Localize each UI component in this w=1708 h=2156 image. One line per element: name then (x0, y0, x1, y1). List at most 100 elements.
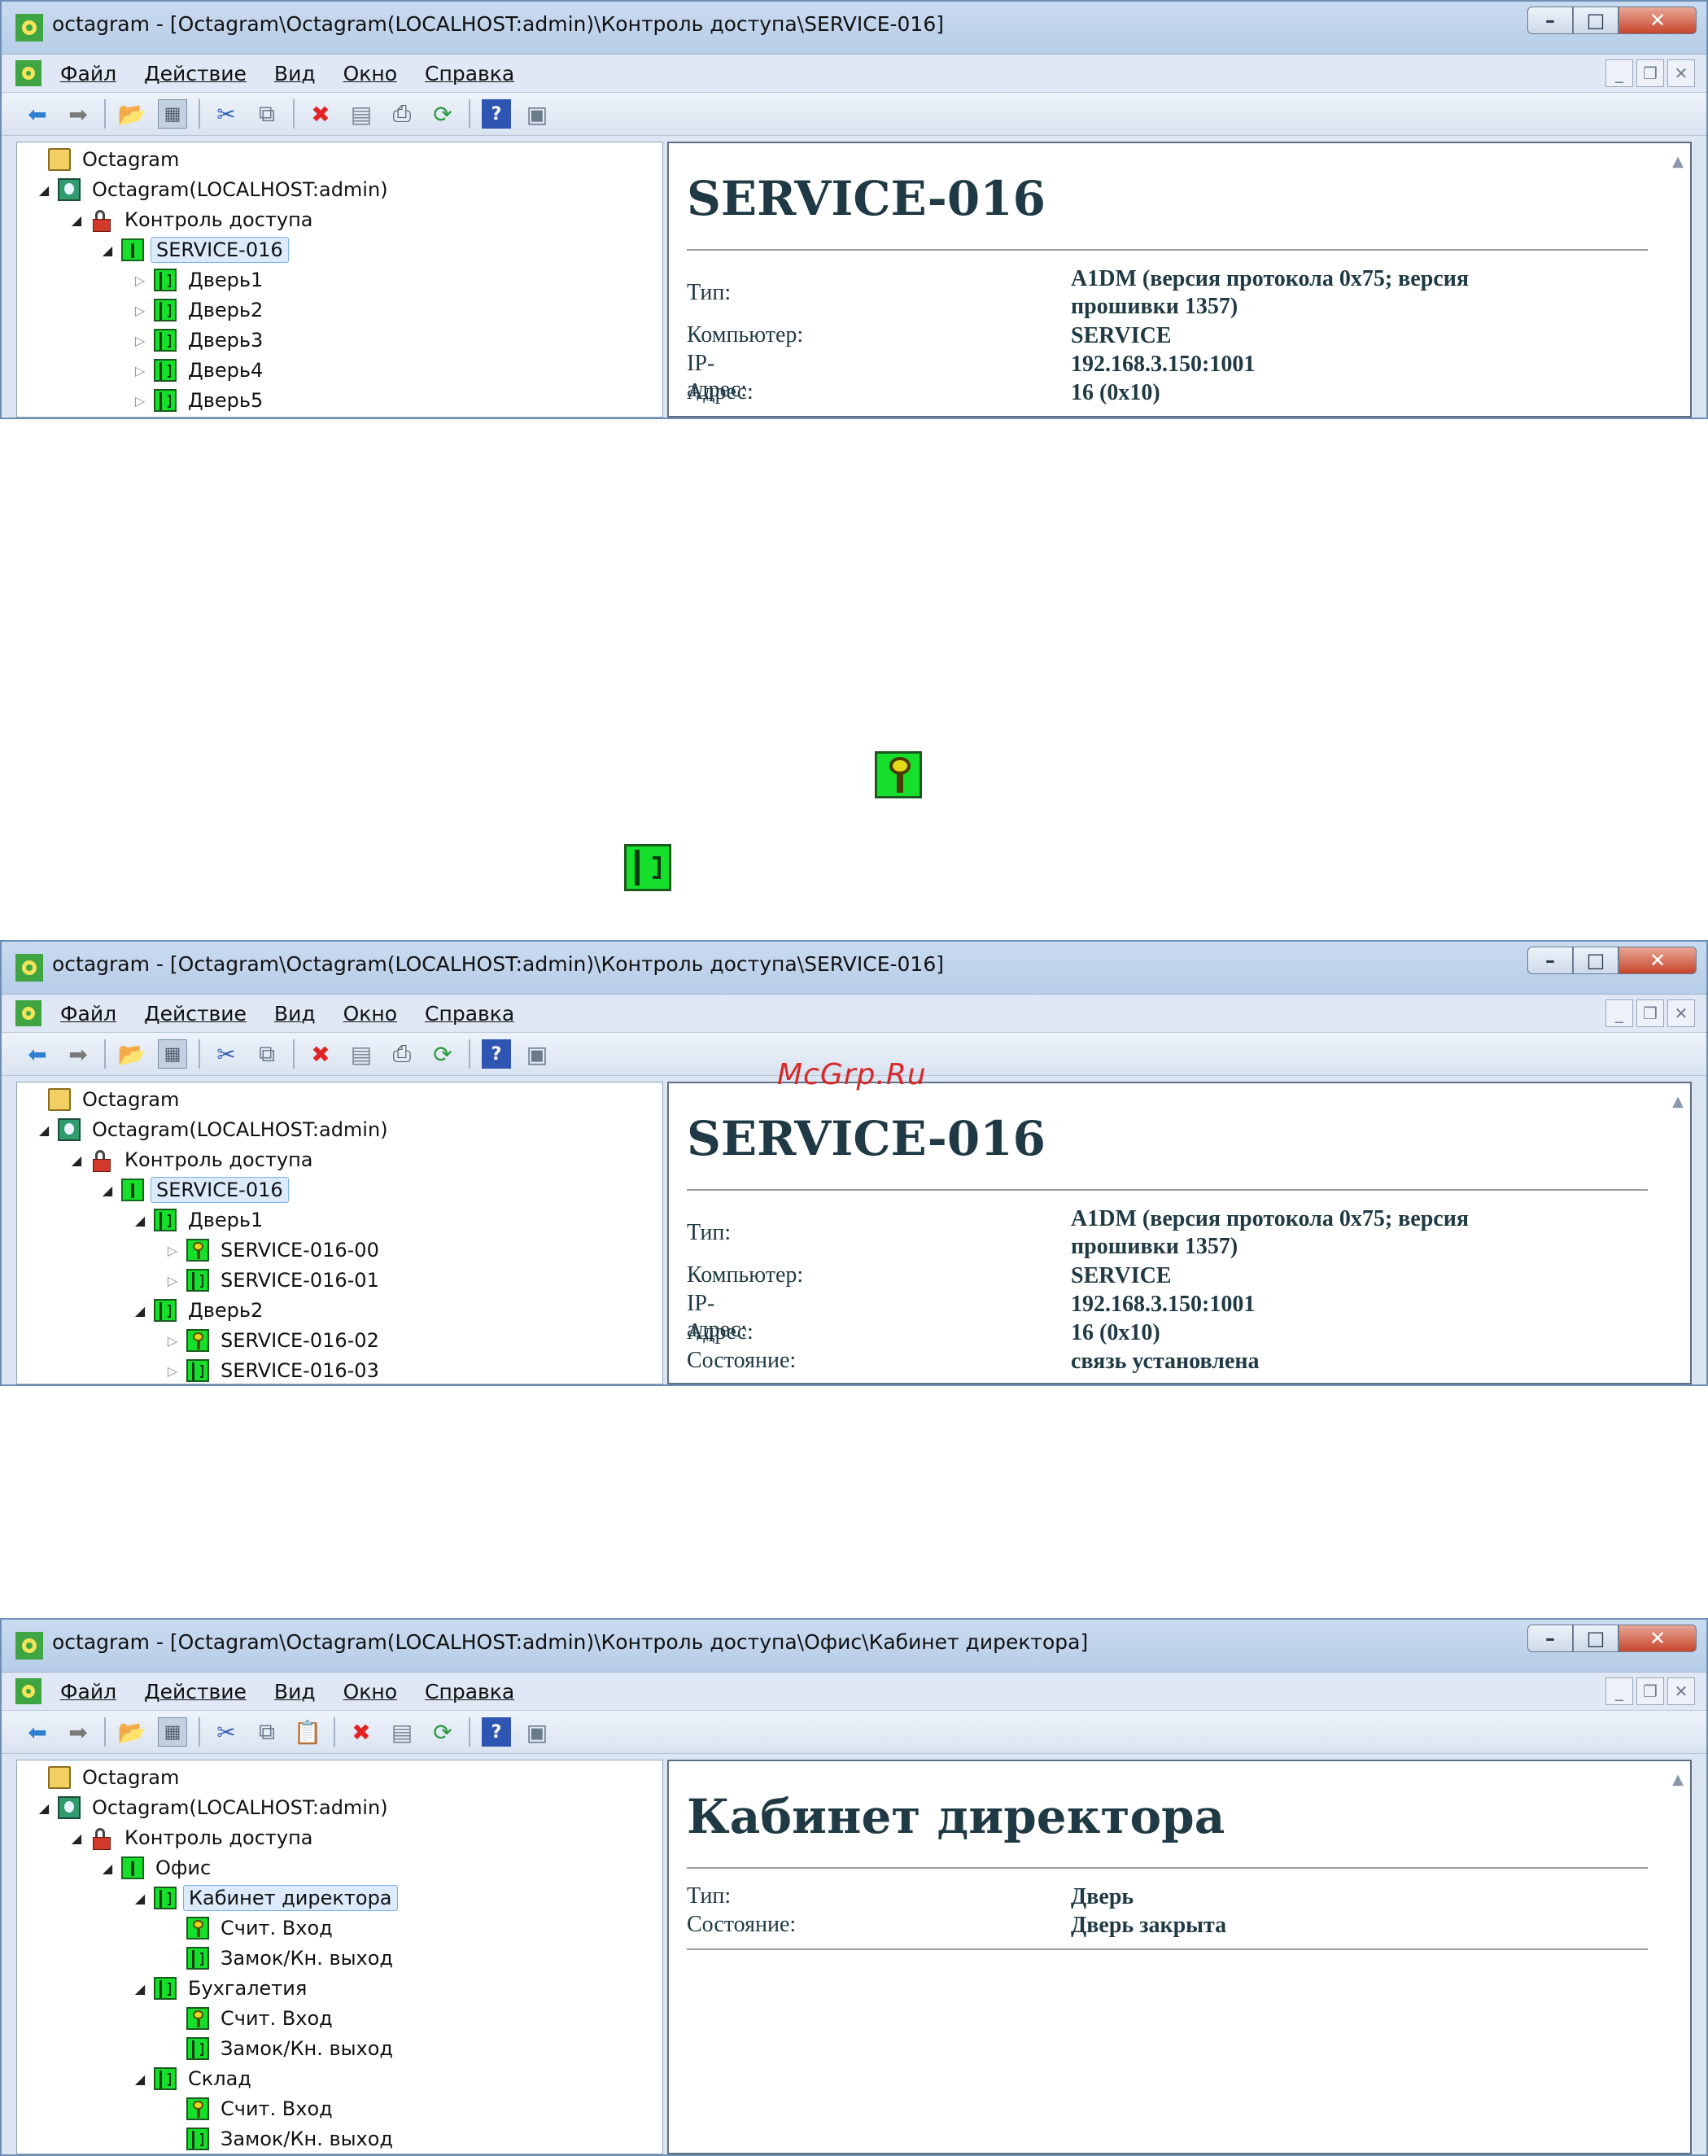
tree-item[interactable]: ◢ Octagram(LOCALHOST:admin) (35, 176, 393, 203)
console-tree[interactable]: Octagram ◢ Octagram(LOCALHOST:admin) ◢ Кон… (16, 142, 663, 418)
minimize-button[interactable]: – (1527, 947, 1573, 974)
menu-action[interactable]: Действие (144, 1002, 247, 1026)
show-tree-icon[interactable]: ▦ (158, 1039, 187, 1069)
cut-icon[interactable]: ✂ (212, 1039, 241, 1069)
tree-item[interactable]: Счит. Вход (164, 2005, 338, 2032)
action-pane-icon[interactable]: ▣ (522, 99, 552, 129)
maximize-button[interactable]: □ (1573, 7, 1618, 34)
tree-item[interactable]: Octagram (25, 146, 184, 173)
menu-file[interactable]: Файл (60, 62, 116, 85)
close-button[interactable]: ✕ (1618, 947, 1697, 974)
tree-item-selected[interactable]: ◢ SERVICE-016 (98, 1176, 289, 1204)
menu-help[interactable]: Справка (425, 1680, 514, 1703)
tree-item[interactable]: ◢ Бухгалетия (131, 1975, 312, 2002)
tree-item[interactable]: ▷ Дверь3 (131, 326, 268, 354)
detail-pane[interactable]: ▲ Кабинет директора Тип: Дверь Состояние:… (667, 1760, 1692, 2154)
minimize-button[interactable]: – (1527, 7, 1573, 34)
tree-item[interactable]: ◢ Офис (98, 1854, 216, 1882)
close-button[interactable]: ✕ (1618, 7, 1697, 34)
show-tree-icon[interactable]: ▦ (158, 1717, 187, 1747)
minimize-button[interactable]: – (1527, 1625, 1573, 1652)
mdi-minimize-button[interactable]: _ (1605, 999, 1633, 1027)
tree-item[interactable]: ▷ SERVICE-016-00 (164, 1236, 384, 1264)
menu-action[interactable]: Действие (144, 1680, 247, 1703)
paste-icon[interactable]: 📋 (293, 1717, 322, 1747)
folder-up-icon[interactable]: 📂 (117, 1039, 146, 1069)
delete-icon[interactable]: ✖ (306, 1039, 335, 1069)
tree-item-selected[interactable]: ◢ Кабинет директора (131, 1884, 398, 1912)
menu-view[interactable]: Вид (274, 1002, 316, 1026)
maximize-button[interactable]: □ (1573, 947, 1618, 974)
app-gear-icon[interactable] (15, 59, 42, 87)
mdi-minimize-button[interactable]: _ (1605, 59, 1633, 87)
tree-item[interactable]: ◢ Контроль доступа (68, 206, 317, 234)
help-icon[interactable]: ? (482, 99, 511, 129)
folder-up-icon[interactable]: 📂 (117, 99, 146, 129)
menu-help[interactable]: Справка (425, 1002, 514, 1026)
print-icon[interactable]: ⎙ (387, 1039, 417, 1069)
menu-view[interactable]: Вид (274, 62, 316, 85)
tree-item[interactable]: ▷ SERVICE-016-03 (164, 1357, 384, 1384)
tree-item[interactable]: ◢ Дверь2 (131, 1297, 268, 1324)
menu-file[interactable]: Файл (60, 1002, 116, 1026)
mdi-close-button[interactable]: ✕ (1667, 59, 1695, 87)
tree-item[interactable]: Замок/Кн. выход (164, 1944, 398, 1972)
copy-icon[interactable]: ⧉ (252, 1039, 282, 1069)
show-tree-icon[interactable]: ▦ (158, 99, 187, 129)
folder-up-icon[interactable]: 📂 (117, 1717, 146, 1747)
menu-window[interactable]: Окно (343, 1680, 397, 1703)
scroll-up-arrow-icon[interactable]: ▲ (1672, 1093, 1684, 1110)
tree-item[interactable]: ▷ Дверь1 (131, 266, 268, 294)
tree-item[interactable]: Octagram (25, 1086, 184, 1113)
tree-item[interactable]: ▷ Дверь2 (131, 296, 268, 324)
menu-window[interactable]: Окно (343, 62, 397, 85)
mdi-minimize-button[interactable]: _ (1605, 1677, 1633, 1705)
properties-icon[interactable]: ▤ (387, 1717, 417, 1747)
cut-icon[interactable]: ✂ (212, 1717, 241, 1747)
close-button[interactable]: ✕ (1618, 1625, 1697, 1652)
refresh-icon[interactable]: ⟳ (428, 1717, 457, 1747)
properties-icon[interactable]: ▤ (347, 99, 376, 129)
menu-action[interactable]: Действие (144, 62, 247, 85)
tree-item[interactable]: Счит. Вход (164, 1914, 338, 1942)
console-tree[interactable]: Octagram ◢ Octagram(LOCALHOST:admin) ◢ Кон… (16, 1760, 663, 2154)
tree-item[interactable]: ▷ Дверь5 (131, 387, 268, 414)
console-tree[interactable]: Octagram ◢ Octagram(LOCALHOST:admin) ◢ Кон… (16, 1082, 663, 1384)
tree-item[interactable]: ▷ SERVICE-016-01 (164, 1266, 384, 1294)
tree-item[interactable]: ◢ Склад (131, 2065, 256, 2093)
tree-item[interactable]: Замок/Кн. выход (164, 2125, 398, 2153)
menu-help[interactable]: Справка (425, 62, 514, 85)
forward-arrow-icon[interactable]: ➡ (63, 99, 93, 129)
back-arrow-icon[interactable]: ⬅ (23, 1717, 52, 1747)
app-gear-icon[interactable] (15, 999, 42, 1027)
delete-icon[interactable]: ✖ (306, 99, 335, 129)
copy-icon[interactable]: ⧉ (252, 1717, 282, 1747)
menu-file[interactable]: Файл (60, 1680, 116, 1703)
scroll-up-arrow-icon[interactable]: ▲ (1672, 153, 1684, 170)
forward-arrow-icon[interactable]: ➡ (63, 1039, 93, 1069)
mdi-close-button[interactable]: ✕ (1667, 1677, 1695, 1705)
menu-view[interactable]: Вид (274, 1680, 316, 1703)
back-arrow-icon[interactable]: ⬅ (23, 1039, 52, 1069)
copy-icon[interactable]: ⧉ (252, 99, 282, 129)
action-pane-icon[interactable]: ▣ (522, 1717, 552, 1747)
cut-icon[interactable]: ✂ (212, 99, 241, 129)
app-gear-icon[interactable] (15, 1677, 42, 1705)
tree-item[interactable]: ▷ Дверь4 (131, 356, 268, 384)
mdi-restore-button[interactable]: ❐ (1636, 999, 1664, 1027)
detail-pane[interactable]: ▲ SERVICE-016 Тип: A1DM (версия протокола… (667, 1082, 1692, 1384)
maximize-button[interactable]: □ (1573, 1625, 1618, 1652)
properties-icon[interactable]: ▤ (347, 1039, 376, 1069)
action-pane-icon[interactable]: ▣ (522, 1039, 552, 1069)
scroll-up-arrow-icon[interactable]: ▲ (1672, 1771, 1684, 1788)
print-icon[interactable]: ⎙ (387, 99, 417, 129)
tree-item[interactable]: ◢ Контроль доступа (68, 1824, 317, 1852)
mdi-restore-button[interactable]: ❐ (1636, 1677, 1664, 1705)
tree-item[interactable]: ◢ Octagram(LOCALHOST:admin) (35, 1116, 393, 1144)
tree-item[interactable]: ◢ Контроль доступа (68, 1146, 317, 1174)
tree-item[interactable]: Счит. Вход (164, 2095, 338, 2123)
tree-item[interactable]: ◢ Дверь1 (131, 1206, 268, 1234)
menu-window[interactable]: Окно (343, 1002, 397, 1026)
delete-icon[interactable]: ✖ (347, 1717, 376, 1747)
tree-item[interactable]: ▷ SERVICE-016-02 (164, 1327, 384, 1354)
